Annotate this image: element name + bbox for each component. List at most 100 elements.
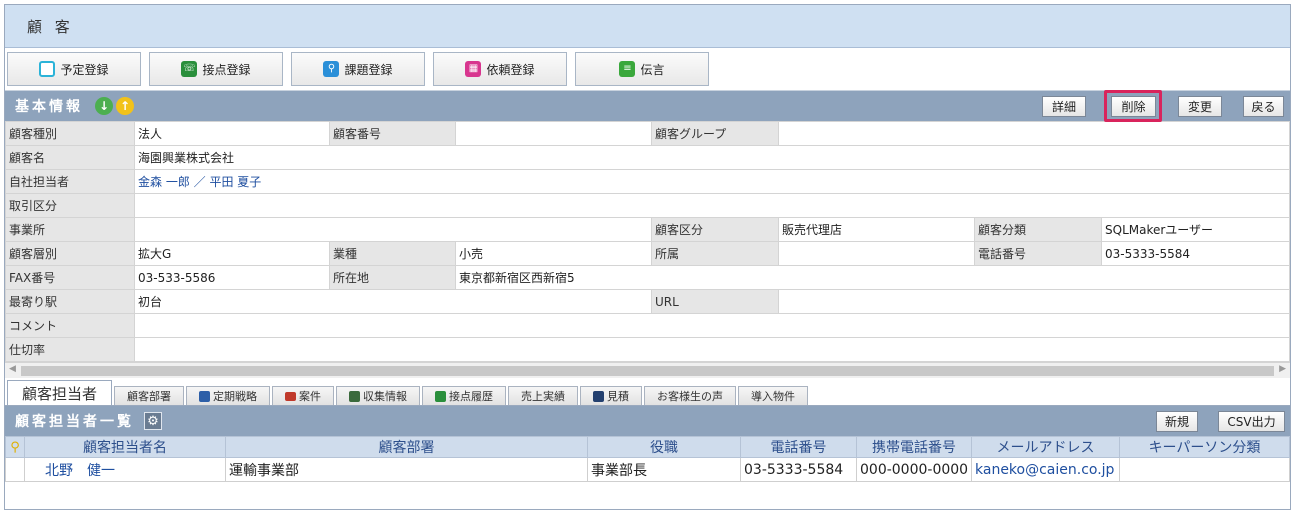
collapse-up-icon[interactable]: ↑: [116, 97, 134, 115]
customer-name-value: 海園興業株式会社: [134, 145, 1290, 170]
contact-icon: ☏: [181, 61, 198, 77]
contact-list-header: 顧客担当者一覧 ⚙ 新規 CSV出力: [5, 406, 1290, 436]
info-row: 顧客種別 法人 顧客番号 顧客グループ: [5, 121, 1290, 146]
strategy-icon: [199, 390, 211, 402]
clock-icon: ◷: [39, 61, 56, 77]
back-button[interactable]: 戻る: [1243, 96, 1284, 117]
affiliation-label: 所属: [651, 241, 779, 266]
key-column-header: ⚲: [5, 436, 25, 458]
change-button[interactable]: 変更: [1178, 96, 1222, 117]
detail-button[interactable]: 詳細: [1042, 96, 1086, 117]
basic-info-table: 顧客種別 法人 顧客番号 顧客グループ 顧客名 海園興業株式会社 自社担当者 金…: [5, 121, 1290, 362]
staff-link[interactable]: 金森 一郎 ／ 平田 夏子: [138, 175, 261, 189]
phone-value: 03-5333-5584: [1101, 241, 1290, 266]
tab-installed-properties[interactable]: 導入物件: [738, 386, 809, 405]
new-button[interactable]: 新規: [1156, 411, 1198, 432]
gear-icon[interactable]: ⚙: [144, 412, 162, 430]
schedule-register-button[interactable]: ◷ 予定登録: [7, 52, 141, 86]
tab-contact-history[interactable]: 接点履歴: [422, 386, 507, 405]
scrollbar-thumb[interactable]: [21, 366, 1274, 376]
customer-category-label: 顧客分類: [974, 217, 1102, 242]
scroll-left-icon[interactable]: ◀: [9, 364, 16, 374]
tab-cases[interactable]: 案件: [272, 386, 335, 405]
tab-label: 売上実績: [521, 390, 566, 403]
customer-name-label: 顧客名: [5, 145, 135, 170]
column-header[interactable]: メールアドレス: [971, 436, 1120, 458]
tab-customer-contacts[interactable]: 顧客担当者: [7, 380, 113, 405]
tab-label: 接点履歴: [449, 390, 494, 403]
csv-export-button[interactable]: CSV出力: [1218, 411, 1285, 432]
mobile-cell: 000-0000-0000: [856, 457, 972, 482]
customer-type-label: 顧客種別: [5, 121, 135, 146]
email-link[interactable]: kaneko@caien.co.jp: [975, 462, 1114, 478]
message-button[interactable]: ≡ 伝言: [575, 52, 709, 86]
column-header[interactable]: 電話番号: [740, 436, 857, 458]
affiliation-value: [778, 241, 975, 266]
customer-window: 顧 客 ◷ 予定登録 ☏ 接点登録 ⚲ 課題登録 ▦ 依頼登録 ≡ 伝言 基本情…: [4, 4, 1291, 510]
customer-no-value: [455, 121, 652, 146]
basic-info-header: 基本情報 ↓ ↑ 詳細 削除 変更 戻る: [5, 90, 1290, 122]
action-toolbar: ◷ 予定登録 ☏ 接点登録 ⚲ 課題登録 ▦ 依頼登録 ≡ 伝言: [5, 48, 1290, 91]
office-label: 事業所: [5, 217, 135, 242]
fax-label: FAX番号: [5, 265, 135, 290]
column-header[interactable]: 顧客部署: [225, 436, 588, 458]
dept-cell: 運輸事業部: [225, 457, 588, 482]
message-label: 伝言: [640, 62, 665, 77]
customer-category-value: SQLMakerユーザー: [1101, 217, 1290, 242]
tab-label: お客様生の声: [657, 390, 724, 403]
tab-customer-voice[interactable]: お客様生の声: [644, 386, 737, 405]
customer-tier-label: 顧客層別: [5, 241, 135, 266]
fax-value: 03-533-5586: [134, 265, 330, 290]
collect-icon: [349, 390, 361, 402]
column-header[interactable]: 役職: [587, 436, 741, 458]
info-row: 取引区分: [5, 193, 1290, 218]
office-value: [134, 217, 652, 242]
tab-label: 案件: [299, 390, 322, 403]
contact-table: ⚲ 顧客担当者名 顧客部署 役職 電話番号 携帯電話番号 メールアドレス キーパ…: [5, 436, 1290, 482]
gift-icon: ▦: [465, 61, 482, 77]
rate-value: [134, 337, 1290, 362]
info-row: 顧客名 海園興業株式会社: [5, 145, 1290, 170]
rate-label: 仕切率: [5, 337, 135, 362]
pin-icon: ⚲: [323, 61, 340, 77]
staff-label: 自社担当者: [5, 169, 135, 194]
issue-register-button[interactable]: ⚲ 課題登録: [291, 52, 425, 86]
customer-group-value: [778, 121, 1290, 146]
tab-estimates[interactable]: 見積: [580, 386, 643, 405]
url-label: URL: [651, 289, 779, 314]
scroll-right-icon[interactable]: ▶: [1279, 364, 1286, 374]
table-row[interactable]: 北野 健一 運輸事業部 事業部長 03-5333-5584 000-0000-0…: [5, 457, 1290, 482]
comment-label: コメント: [5, 313, 135, 338]
tab-regular-strategy[interactable]: 定期戦略: [186, 386, 271, 405]
contact-register-button[interactable]: ☏ 接点登録: [149, 52, 283, 86]
tab-label: 導入物件: [751, 390, 796, 403]
horizontal-scrollbar[interactable]: ◀ ▶: [5, 362, 1290, 378]
station-value: 初台: [134, 289, 652, 314]
industry-value: 小売: [455, 241, 652, 266]
column-header[interactable]: 顧客担当者名: [24, 436, 226, 458]
info-row: 仕切率: [5, 337, 1290, 362]
estimate-icon: [593, 390, 605, 402]
tab-customer-departments[interactable]: 顧客部署: [114, 386, 185, 405]
tab-collected-info[interactable]: 収集情報: [336, 386, 421, 405]
address-label: 所在地: [329, 265, 456, 290]
expand-down-icon[interactable]: ↓: [95, 97, 113, 115]
column-header[interactable]: 携帯電話番号: [856, 436, 972, 458]
phone-cell: 03-5333-5584: [740, 457, 857, 482]
address-value: 東京都新宿区西新宿5: [455, 265, 1290, 290]
trade-type-label: 取引区分: [5, 193, 135, 218]
request-register-button[interactable]: ▦ 依頼登録: [433, 52, 567, 86]
window-titlebar: 顧 客: [5, 5, 1290, 48]
column-header[interactable]: キーパーソン分類: [1119, 436, 1290, 458]
basic-info-title: 基本情報: [15, 99, 83, 115]
info-row: 事業所 顧客区分 販売代理店 顧客分類 SQLMakerユーザー: [5, 217, 1290, 242]
info-row: 自社担当者 金森 一郎 ／ 平田 夏子: [5, 169, 1290, 194]
customer-tier-value: 拡大G: [134, 241, 330, 266]
contact-name-link[interactable]: 北野 健一: [45, 463, 115, 479]
tab-sales-results[interactable]: 売上実績: [508, 386, 579, 405]
issue-register-label: 課題登録: [344, 62, 393, 77]
customer-no-label: 顧客番号: [329, 121, 456, 146]
industry-label: 業種: [329, 241, 456, 266]
request-register-label: 依頼登録: [486, 62, 535, 77]
delete-button[interactable]: 削除: [1111, 96, 1156, 117]
